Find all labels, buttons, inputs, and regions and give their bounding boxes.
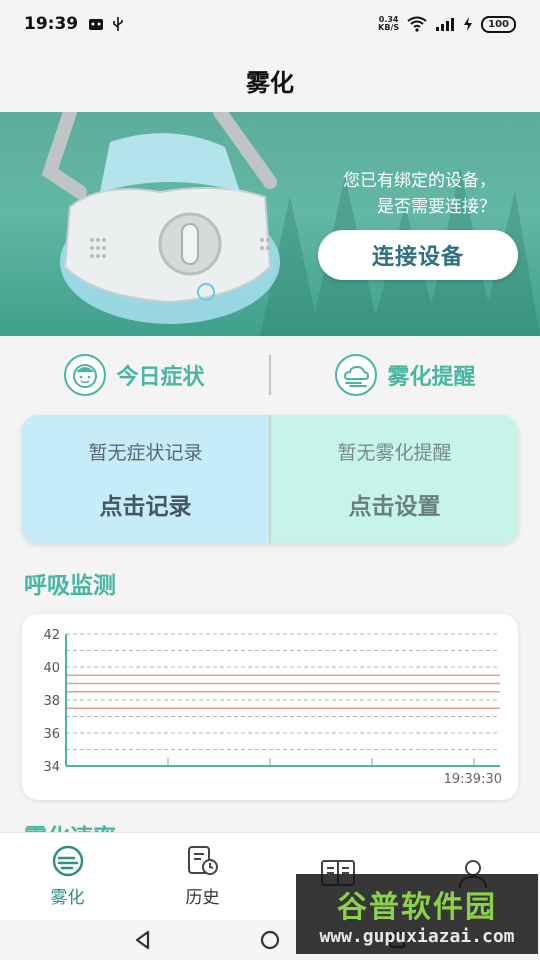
status-time: 19:39 [24, 14, 79, 34]
tab-label: 雾化提醒 [387, 365, 476, 390]
app-header: 雾化 [0, 48, 540, 112]
tab-nebulization-reminder[interactable]: 雾化提醒 [271, 354, 540, 396]
breathing-chart-card: 34 36 38 40 42 19:39:30 [22, 614, 518, 800]
mask-device-image [41, 112, 280, 324]
back-icon[interactable] [132, 929, 154, 951]
record-symptom-button[interactable]: 点击记录 [100, 487, 192, 521]
page-title: 雾化 [246, 68, 294, 97]
cloud-icon [335, 354, 378, 396]
y-tick-label: 36 [43, 727, 60, 742]
breathing-section-title: 呼吸监测 [24, 573, 116, 599]
face-icon [64, 354, 107, 396]
banner-prompt: 您已有绑定的设备， 是否需要连接？ [343, 168, 496, 220]
x-tick-label: 19:39:30 [444, 772, 502, 787]
tab-label: 今日症状 [116, 365, 205, 390]
history-icon [187, 846, 218, 875]
symptom-record-card[interactable]: 暂无症状记录 点击记录 [22, 415, 271, 543]
set-reminder-button[interactable]: 点击设置 [349, 487, 441, 521]
wifi-icon [407, 16, 427, 32]
y-tick-label: 38 [43, 694, 60, 709]
reminder-card[interactable]: 暂无雾化提醒 点击设置 [271, 415, 518, 543]
y-tick-label: 42 [43, 628, 60, 643]
breathing-chart: 34 36 38 40 42 19:39:30 [43, 628, 502, 787]
reminder-status-text: 暂无雾化提醒 [337, 441, 452, 464]
y-tick-label: 40 [43, 661, 60, 676]
device-banner: 您已有绑定的设备， 是否需要连接？ 连接设备 [0, 112, 540, 336]
watermark-main-text: 谷普软件园 [337, 889, 497, 925]
tab-today-symptoms[interactable]: 今日症状 [0, 354, 269, 396]
usb-icon [113, 17, 123, 31]
status-bar: 19:39 0.34 KB/S 100 [0, 0, 540, 48]
nav-label: 雾化 [50, 888, 85, 908]
net-speed: 0.34 KB/S [378, 15, 400, 32]
watermark-logo: 谷普软件园 www.gupuxiazai.com [296, 874, 538, 954]
connect-device-button[interactable]: 连接设备 [318, 230, 518, 280]
home-icon[interactable] [259, 929, 281, 951]
nav-label: 历史 [185, 888, 220, 908]
nav-nebulization[interactable]: 雾化 [0, 833, 135, 920]
status-cards: 暂无症状记录 点击记录 暂无雾化提醒 点击设置 [22, 415, 518, 543]
charging-icon [464, 17, 473, 31]
watermark-url: www.gupuxiazai.com [319, 925, 515, 947]
banner-line-1: 您已有绑定的设备， [343, 171, 496, 191]
symptom-status-text: 暂无症状记录 [88, 441, 203, 464]
nav-history[interactable]: 历史 [135, 833, 270, 920]
signal-icon [436, 18, 455, 31]
banner-line-2: 是否需要连接？ [377, 197, 496, 217]
nebulizer-icon [52, 845, 83, 877]
battery-indicator: 100 [481, 15, 516, 33]
notification-icon [89, 19, 104, 30]
feature-tabs: 今日症状 雾化提醒 [0, 336, 540, 414]
y-tick-label: 34 [43, 760, 60, 775]
